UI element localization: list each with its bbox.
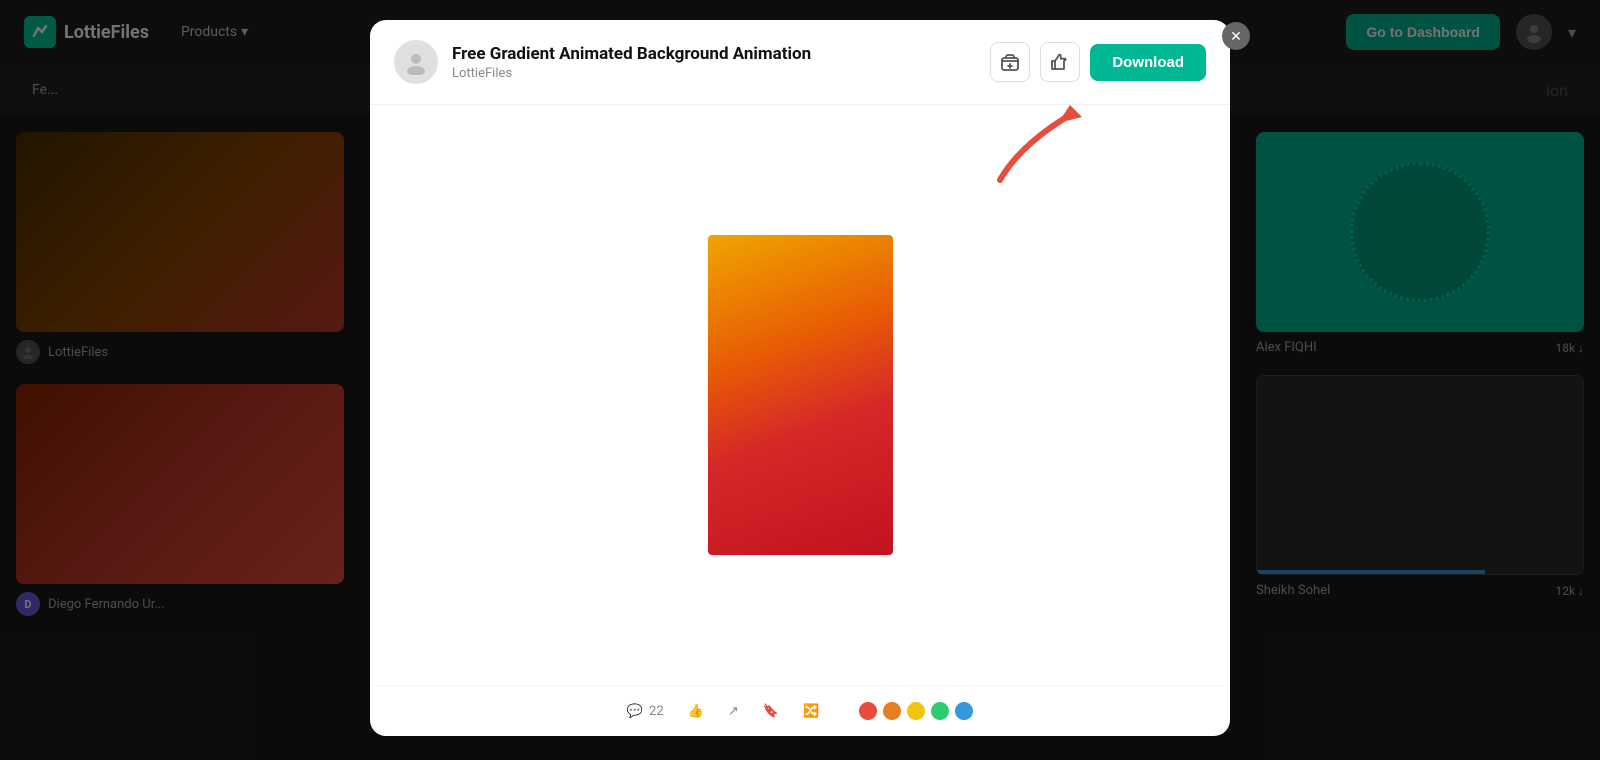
download-button[interactable]: Download [1090, 44, 1206, 81]
likes-group: 👍 [688, 704, 704, 719]
comments-icon: 💬 [627, 704, 643, 719]
remix-group: 🔀 [803, 704, 819, 719]
share-icon: ↗ [728, 704, 739, 719]
modal: Free Gradient Animated Background Animat… [370, 20, 1230, 736]
color-swatch-green [931, 702, 949, 720]
modal-subtitle: LottieFiles [452, 66, 976, 81]
bookmark-icon: 🔖 [763, 704, 779, 719]
modal-body [370, 105, 1230, 685]
modal-close-outside-button[interactable]: ✕ [1222, 22, 1250, 50]
modal-title: Free Gradient Animated Background Animat… [452, 44, 976, 64]
color-swatches [859, 702, 973, 720]
animation-preview [708, 235, 893, 555]
comments-group: 💬 22 [627, 704, 664, 719]
color-swatch-yellow [907, 702, 925, 720]
bookmark-group: 🔖 [763, 704, 779, 719]
modal-avatar [394, 40, 438, 84]
like-button[interactable] [1040, 42, 1080, 82]
modal-bottom: 💬 22 👍 ↗ 🔖 🔀 [370, 685, 1230, 736]
comments-count: 22 [649, 704, 664, 719]
color-swatch-orange [883, 702, 901, 720]
like-icon: 👍 [688, 704, 704, 719]
color-swatch-blue [955, 702, 973, 720]
remix-icon: 🔀 [803, 704, 819, 719]
add-to-folder-button[interactable] [990, 42, 1030, 82]
modal-actions: Download [990, 42, 1206, 82]
color-swatch-red [859, 702, 877, 720]
modal-title-area: Free Gradient Animated Background Animat… [452, 44, 976, 81]
modal-header: Free Gradient Animated Background Animat… [370, 20, 1230, 105]
share-group: ↗ [728, 704, 739, 719]
